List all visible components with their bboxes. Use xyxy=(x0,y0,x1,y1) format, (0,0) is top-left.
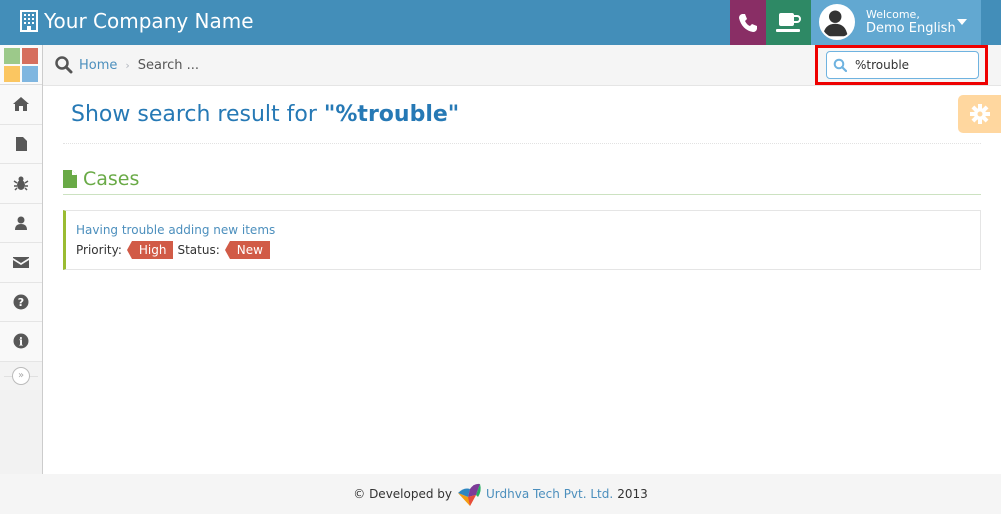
sidebar-item-help[interactable]: ? xyxy=(0,282,42,322)
brand[interactable]: Your Company Name xyxy=(20,9,254,33)
footer-prefix: © Developed by xyxy=(353,487,452,501)
user-icon xyxy=(15,216,27,230)
footer: © Developed by Urdhva Tech Pvt. Ltd. 201… xyxy=(0,474,1001,514)
file-icon xyxy=(16,136,27,151)
shortcuts[interactable] xyxy=(0,45,42,85)
page-title: Show search result for "%trouble" xyxy=(71,102,981,127)
building-icon xyxy=(20,10,38,32)
footer-year: 2013 xyxy=(617,487,648,501)
sidebar-item-mail[interactable] xyxy=(0,243,42,283)
page-header: Show search result for "%trouble" xyxy=(63,100,981,144)
page-title-prefix: Show search result for xyxy=(71,102,317,127)
svg-text:i: i xyxy=(19,336,23,349)
caret-down-icon xyxy=(957,19,967,25)
phone-button[interactable] xyxy=(730,0,766,45)
file-icon xyxy=(63,170,77,188)
sidebar-item-info[interactable]: i xyxy=(0,322,42,362)
case-link[interactable]: Having trouble adding new items xyxy=(76,223,970,237)
home-icon xyxy=(13,97,29,112)
list-item: Having trouble adding new items Priority… xyxy=(63,210,981,270)
priority-badge: High xyxy=(126,241,174,259)
coffee-button[interactable] xyxy=(766,0,811,45)
sidebar-collapse-button[interactable]: » xyxy=(0,361,42,390)
breadcrumb-home-link[interactable]: Home xyxy=(79,58,117,73)
company-name: Your Company Name xyxy=(44,9,254,33)
search-input[interactable] xyxy=(855,58,965,72)
sidebar: ? i » xyxy=(0,45,43,474)
company-link[interactable]: Urdhva Tech Pvt. Ltd. xyxy=(486,487,613,501)
user-menu[interactable]: Welcome, Demo English xyxy=(811,0,981,45)
breadcrumb-current: Search ... xyxy=(137,57,199,73)
envelope-icon xyxy=(13,257,29,269)
company-logo-icon xyxy=(458,483,481,506)
user-name: Demo English xyxy=(866,21,956,36)
status-badge: New xyxy=(224,241,270,259)
welcome-text: Welcome, Demo English xyxy=(866,8,956,36)
info-icon: i xyxy=(13,333,29,349)
priority-label: Priority: xyxy=(76,243,122,257)
chevron-right-icon: › xyxy=(125,58,130,72)
avatar xyxy=(819,4,855,40)
sidebar-item-bugs[interactable] xyxy=(0,164,42,204)
section-title: Cases xyxy=(83,168,140,190)
search-icon xyxy=(833,58,847,72)
welcome-label: Welcome, xyxy=(866,8,920,21)
shortcuts-icon xyxy=(4,47,38,82)
phone-icon xyxy=(739,13,757,32)
status-label: Status: xyxy=(177,243,220,257)
bug-icon xyxy=(13,176,29,191)
top-navbar: Your Company Name Welcome, Demo English xyxy=(0,0,1001,45)
coffee-icon xyxy=(775,12,801,32)
search-query: "%trouble" xyxy=(323,102,460,127)
svg-text:?: ? xyxy=(18,296,24,309)
section-header-cases: Cases xyxy=(63,164,981,195)
search-icon xyxy=(55,56,73,74)
nav-search xyxy=(826,51,979,79)
sidebar-item-users[interactable] xyxy=(0,203,42,243)
question-icon: ? xyxy=(13,294,29,310)
sidebar-item-home[interactable] xyxy=(0,85,42,125)
sidebar-item-documents[interactable] xyxy=(0,124,42,164)
double-chevron-right-icon: » xyxy=(12,366,30,385)
